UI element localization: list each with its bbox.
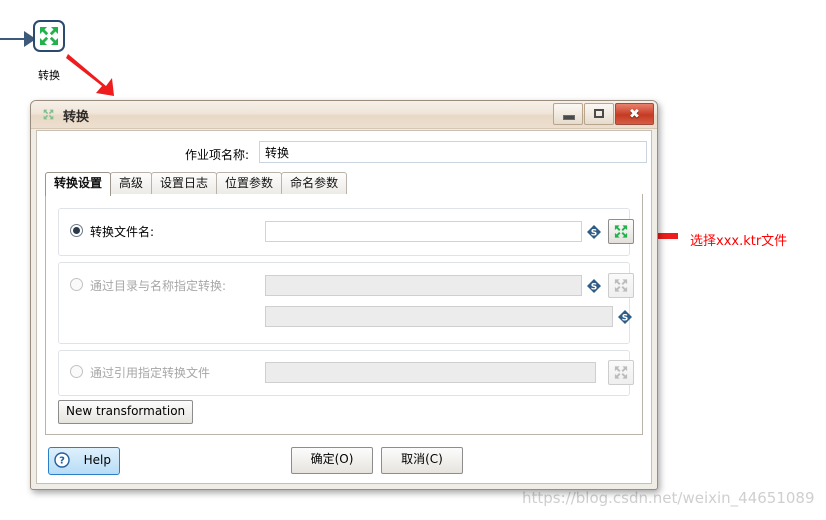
tab-bar: 转换设置 高级 设置日志 位置参数 命名参数: [45, 172, 643, 196]
tab-label: 转换设置: [54, 176, 103, 190]
job-entry-name-row: 作业项名称:: [37, 139, 651, 167]
transformation-directory-input[interactable]: [265, 275, 582, 296]
dialog-button-row: ? Help 确定(O) 取消(C): [37, 447, 651, 477]
tab-label: 设置日志: [160, 176, 209, 190]
annotation-arrow-icon: [66, 54, 114, 96]
transformation-job-entry-dialog: 转换 ✖ 作业项名称: 转换设置 高级 设置日志 位置参数 命名参数: [30, 100, 658, 490]
radio-by-directory-label: 通过目录与名称指定转换:: [90, 279, 227, 293]
radio-by-reference-label: 通过引用指定转换文件: [90, 366, 211, 380]
radio-by-directory[interactable]: [70, 278, 83, 291]
browse-directory-button[interactable]: [608, 273, 634, 298]
new-transformation-label: New transformation: [66, 404, 186, 418]
transformation-name-input[interactable]: [265, 306, 613, 327]
radio-by-reference[interactable]: [70, 365, 83, 378]
svg-text:?: ?: [59, 456, 65, 467]
dialog-titlebar[interactable]: 转换 ✖: [31, 101, 657, 129]
dialog-title: 转换: [63, 110, 90, 125]
tab-named-parameters[interactable]: 命名参数: [281, 172, 348, 195]
transformation-reference-input[interactable]: [265, 362, 596, 383]
svg-text:S: S: [591, 283, 597, 293]
tab-logging[interactable]: 设置日志: [151, 172, 218, 195]
tab-position-parameters[interactable]: 位置参数: [216, 172, 283, 195]
group-specify-by-directory: 通过目录与名称指定转换: S S: [58, 262, 634, 344]
close-button[interactable]: ✖: [615, 103, 654, 125]
dollar-diamond-icon[interactable]: S: [587, 225, 601, 239]
dollar-diamond-icon[interactable]: S: [587, 279, 601, 293]
job-entry-name-label: 作业项名称:: [184, 148, 249, 162]
tab-transformation-settings[interactable]: 转换设置: [45, 172, 112, 196]
transformation-icon: [33, 20, 65, 52]
title-transformation-icon: [41, 107, 56, 122]
ok-button[interactable]: 确定(O): [291, 447, 373, 474]
tab-label: 命名参数: [290, 176, 339, 190]
group-specify-by-filename: 转换文件名: S: [58, 208, 634, 256]
job-entry-label: 转换: [38, 69, 60, 82]
radio-by-filename[interactable]: [70, 224, 83, 237]
close-icon: ✖: [629, 106, 640, 122]
dialog-body: 作业项名称: 转换设置 高级 设置日志 位置参数 命名参数 转换文件名: S: [36, 130, 652, 484]
window-buttons: ✖: [552, 103, 654, 125]
transformation-filename-input[interactable]: [265, 221, 582, 242]
question-circle-icon: ?: [54, 452, 70, 468]
group-specify-by-reference: 通过引用指定转换文件: [58, 350, 634, 396]
cancel-button-label: 取消(C): [401, 452, 443, 466]
minimize-icon: [563, 115, 575, 120]
minimize-button[interactable]: [553, 103, 583, 125]
cancel-button[interactable]: 取消(C): [381, 447, 463, 474]
dollar-diamond-icon[interactable]: S: [618, 310, 632, 324]
browse-reference-button[interactable]: [608, 360, 634, 385]
tab-advanced[interactable]: 高级: [110, 172, 153, 195]
watermark: https://blog.csdn.net/weixin_44651089: [522, 489, 815, 507]
help-button[interactable]: ? Help: [48, 447, 120, 475]
annotation-text: 选择xxx.ktr文件: [690, 234, 788, 249]
svg-text:S: S: [622, 314, 628, 324]
svg-text:S: S: [591, 229, 597, 239]
tab-label: 位置参数: [225, 176, 274, 190]
maximize-icon: [594, 109, 604, 118]
help-button-label: Help: [83, 453, 111, 467]
browse-transformation-button[interactable]: [608, 219, 634, 244]
tab-panel-transformation-settings: 转换文件名: S 通过目录与名称指定转换: S S 通过引用指定转换文件 New…: [45, 194, 643, 435]
job-entry-transformation[interactable]: 转换: [33, 20, 65, 82]
ok-button-label: 确定(O): [310, 452, 354, 466]
new-transformation-button[interactable]: New transformation: [58, 400, 194, 424]
maximize-button[interactable]: [584, 103, 614, 125]
radio-by-filename-label: 转换文件名:: [90, 225, 155, 239]
job-entry-name-input[interactable]: [259, 141, 647, 163]
tab-label: 高级: [119, 176, 144, 190]
